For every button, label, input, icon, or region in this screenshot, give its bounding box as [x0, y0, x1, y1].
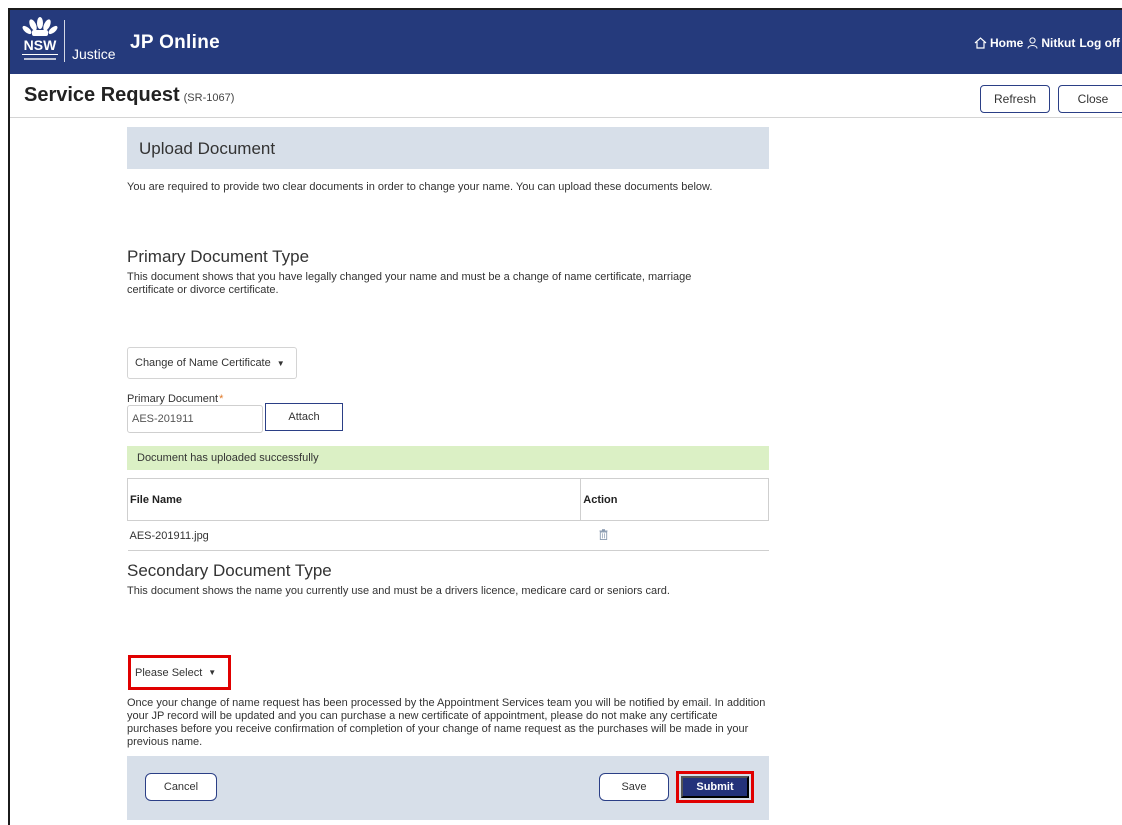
form-footer [127, 756, 769, 820]
app-title[interactable]: JP Online [130, 32, 220, 54]
uploaded-files-table: File Name Action AES-201911.jpg [126, 478, 769, 551]
secondary-document-type-select[interactable]: Please Select ▼ [128, 655, 231, 690]
save-button[interactable]: Save [599, 773, 669, 801]
user-profile-link[interactable]: Nitkut [1027, 36, 1075, 50]
page-header: Service Request (SR-1067) Refresh Close [10, 74, 1122, 118]
upload-intro-text: You are required to provide two clear do… [127, 181, 713, 193]
home-link[interactable]: Home [974, 36, 1023, 50]
logo-divider [64, 20, 65, 62]
action-column-header: Action [580, 478, 769, 521]
page-title-text: Service Request [24, 84, 180, 106]
secondary-document-description: This document shows the name you current… [127, 585, 670, 597]
required-asterisk-icon: * [219, 393, 224, 405]
secondary-document-type-value: Please Select [135, 666, 203, 679]
cancel-button[interactable]: Cancel [145, 773, 217, 801]
page-title: Service Request (SR-1067) [24, 84, 234, 107]
upload-document-section-header: Upload Document [127, 127, 769, 169]
submit-button-highlight: Submit [676, 771, 754, 803]
primary-document-type-select[interactable]: Change of Name Certificate ▼ [127, 347, 297, 379]
table-header-row: File Name Action [126, 478, 769, 521]
top-nav-links: Home Nitkut Log off [974, 36, 1120, 50]
app-frame: NSW Justice JP Online Home Nitkut Log of… [8, 8, 1122, 825]
user-name: Nitkut [1041, 36, 1076, 50]
brand-sub-label: Justice [72, 46, 116, 62]
change-of-name-notice: Once your change of name request has bee… [127, 697, 766, 748]
upload-document-heading: Upload Document [139, 139, 276, 158]
file-name-column-header: File Name [126, 478, 582, 521]
action-cell [580, 520, 769, 551]
table-row: AES-201911.jpg [127, 520, 769, 551]
close-button[interactable]: Close [1058, 85, 1122, 113]
primary-document-label: Primary Document* [127, 393, 223, 405]
attach-button[interactable]: Attach [265, 403, 343, 431]
primary-document-label-text: Primary Document [127, 393, 219, 405]
delete-icon[interactable] [599, 528, 608, 540]
upload-success-message: Document has uploaded successfully [127, 446, 769, 470]
logoff-link[interactable]: Log off [1079, 36, 1120, 50]
refresh-button[interactable]: Refresh [980, 85, 1050, 113]
waratah-icon: NSW [22, 17, 58, 60]
dropdown-caret-icon: ▼ [276, 358, 285, 368]
home-label: Home [990, 36, 1024, 50]
top-navigation-bar: NSW Justice JP Online Home Nitkut Log of… [10, 10, 1122, 74]
secondary-document-heading: Secondary Document Type [127, 561, 332, 580]
nsw-government-logo[interactable]: NSW [16, 14, 64, 68]
home-icon [974, 37, 987, 49]
logo-wordmark: NSW [24, 37, 57, 53]
submit-button[interactable]: Submit [681, 776, 749, 798]
file-name-cell: AES-201911.jpg [127, 520, 581, 551]
primary-document-input[interactable]: AES-201911 [127, 405, 263, 433]
user-icon [1027, 37, 1038, 49]
service-request-number: (SR-1067) [183, 92, 235, 104]
primary-document-heading: Primary Document Type [127, 247, 310, 266]
primary-document-description: This document shows that you have legall… [127, 271, 692, 296]
primary-document-type-value: Change of Name Certificate [135, 357, 271, 369]
dropdown-caret-icon: ▼ [208, 668, 217, 677]
